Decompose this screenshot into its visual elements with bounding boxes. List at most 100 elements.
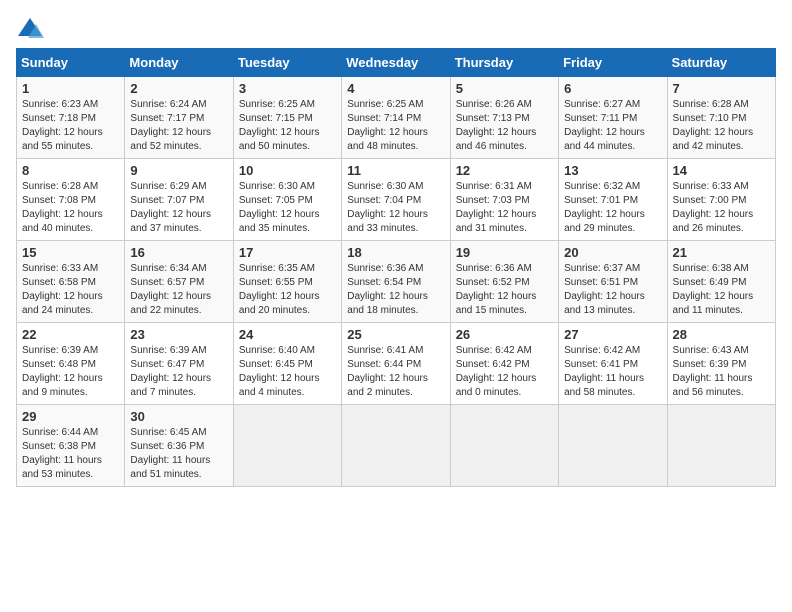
day-info: Sunrise: 6:42 AMSunset: 6:41 PMDaylight:… [564,345,644,398]
day-info: Sunrise: 6:34 AMSunset: 6:57 PMDaylight:… [130,263,211,316]
weekday-header-monday: Monday [125,49,233,77]
calendar-cell [233,405,341,487]
day-number: 16 [130,245,227,260]
calendar-cell: 13 Sunrise: 6:32 AMSunset: 7:01 PMDaylig… [559,159,667,241]
day-info: Sunrise: 6:42 AMSunset: 6:42 PMDaylight:… [456,345,537,398]
day-info: Sunrise: 6:25 AMSunset: 7:15 PMDaylight:… [239,99,320,152]
day-number: 6 [564,81,661,96]
day-info: Sunrise: 6:40 AMSunset: 6:45 PMDaylight:… [239,345,320,398]
calendar-cell: 12 Sunrise: 6:31 AMSunset: 7:03 PMDaylig… [450,159,558,241]
day-info: Sunrise: 6:36 AMSunset: 6:52 PMDaylight:… [456,263,537,316]
day-info: Sunrise: 6:36 AMSunset: 6:54 PMDaylight:… [347,263,428,316]
day-info: Sunrise: 6:28 AMSunset: 7:08 PMDaylight:… [22,181,103,234]
day-number: 27 [564,327,661,342]
logo-icon [16,16,44,40]
calendar-cell: 22 Sunrise: 6:39 AMSunset: 6:48 PMDaylig… [17,323,125,405]
day-number: 3 [239,81,336,96]
day-number: 22 [22,327,119,342]
calendar-week-3: 15 Sunrise: 6:33 AMSunset: 6:58 PMDaylig… [17,241,776,323]
day-info: Sunrise: 6:23 AMSunset: 7:18 PMDaylight:… [22,99,103,152]
day-info: Sunrise: 6:33 AMSunset: 7:00 PMDaylight:… [673,181,754,234]
day-info: Sunrise: 6:28 AMSunset: 7:10 PMDaylight:… [673,99,754,152]
calendar-week-1: 1 Sunrise: 6:23 AMSunset: 7:18 PMDayligh… [17,77,776,159]
calendar-cell: 23 Sunrise: 6:39 AMSunset: 6:47 PMDaylig… [125,323,233,405]
calendar-cell: 20 Sunrise: 6:37 AMSunset: 6:51 PMDaylig… [559,241,667,323]
weekday-header-wednesday: Wednesday [342,49,450,77]
calendar-cell [342,405,450,487]
calendar-cell: 27 Sunrise: 6:42 AMSunset: 6:41 PMDaylig… [559,323,667,405]
calendar-cell: 8 Sunrise: 6:28 AMSunset: 7:08 PMDayligh… [17,159,125,241]
day-info: Sunrise: 6:43 AMSunset: 6:39 PMDaylight:… [673,345,753,398]
calendar-cell: 17 Sunrise: 6:35 AMSunset: 6:55 PMDaylig… [233,241,341,323]
calendar-cell: 6 Sunrise: 6:27 AMSunset: 7:11 PMDayligh… [559,77,667,159]
calendar-cell: 9 Sunrise: 6:29 AMSunset: 7:07 PMDayligh… [125,159,233,241]
day-info: Sunrise: 6:26 AMSunset: 7:13 PMDaylight:… [456,99,537,152]
calendar-cell [450,405,558,487]
calendar-cell: 16 Sunrise: 6:34 AMSunset: 6:57 PMDaylig… [125,241,233,323]
calendar-cell: 24 Sunrise: 6:40 AMSunset: 6:45 PMDaylig… [233,323,341,405]
day-number: 1 [22,81,119,96]
calendar-cell: 30 Sunrise: 6:45 AMSunset: 6:36 PMDaylig… [125,405,233,487]
day-number: 19 [456,245,553,260]
logo [16,16,48,40]
day-number: 7 [673,81,770,96]
day-number: 5 [456,81,553,96]
calendar-cell: 18 Sunrise: 6:36 AMSunset: 6:54 PMDaylig… [342,241,450,323]
calendar-cell: 19 Sunrise: 6:36 AMSunset: 6:52 PMDaylig… [450,241,558,323]
day-number: 4 [347,81,444,96]
weekday-header-tuesday: Tuesday [233,49,341,77]
calendar-cell [559,405,667,487]
day-number: 18 [347,245,444,260]
day-info: Sunrise: 6:37 AMSunset: 6:51 PMDaylight:… [564,263,645,316]
day-number: 23 [130,327,227,342]
day-number: 11 [347,163,444,178]
day-number: 14 [673,163,770,178]
day-info: Sunrise: 6:35 AMSunset: 6:55 PMDaylight:… [239,263,320,316]
day-info: Sunrise: 6:25 AMSunset: 7:14 PMDaylight:… [347,99,428,152]
weekday-header-sunday: Sunday [17,49,125,77]
day-info: Sunrise: 6:39 AMSunset: 6:48 PMDaylight:… [22,345,103,398]
calendar-week-4: 22 Sunrise: 6:39 AMSunset: 6:48 PMDaylig… [17,323,776,405]
day-number: 13 [564,163,661,178]
calendar-cell: 25 Sunrise: 6:41 AMSunset: 6:44 PMDaylig… [342,323,450,405]
day-info: Sunrise: 6:31 AMSunset: 7:03 PMDaylight:… [456,181,537,234]
day-info: Sunrise: 6:38 AMSunset: 6:49 PMDaylight:… [673,263,754,316]
calendar-cell: 21 Sunrise: 6:38 AMSunset: 6:49 PMDaylig… [667,241,775,323]
day-info: Sunrise: 6:29 AMSunset: 7:07 PMDaylight:… [130,181,211,234]
calendar-cell: 14 Sunrise: 6:33 AMSunset: 7:00 PMDaylig… [667,159,775,241]
calendar-cell: 26 Sunrise: 6:42 AMSunset: 6:42 PMDaylig… [450,323,558,405]
day-number: 17 [239,245,336,260]
day-number: 2 [130,81,227,96]
calendar-week-5: 29 Sunrise: 6:44 AMSunset: 6:38 PMDaylig… [17,405,776,487]
day-number: 26 [456,327,553,342]
day-info: Sunrise: 6:39 AMSunset: 6:47 PMDaylight:… [130,345,211,398]
day-number: 15 [22,245,119,260]
calendar-cell: 3 Sunrise: 6:25 AMSunset: 7:15 PMDayligh… [233,77,341,159]
weekday-header-saturday: Saturday [667,49,775,77]
day-number: 20 [564,245,661,260]
day-number: 12 [456,163,553,178]
calendar-cell: 11 Sunrise: 6:30 AMSunset: 7:04 PMDaylig… [342,159,450,241]
day-info: Sunrise: 6:30 AMSunset: 7:05 PMDaylight:… [239,181,320,234]
day-number: 28 [673,327,770,342]
calendar-cell: 4 Sunrise: 6:25 AMSunset: 7:14 PMDayligh… [342,77,450,159]
day-number: 9 [130,163,227,178]
page-header [16,16,776,40]
day-info: Sunrise: 6:30 AMSunset: 7:04 PMDaylight:… [347,181,428,234]
day-info: Sunrise: 6:32 AMSunset: 7:01 PMDaylight:… [564,181,645,234]
day-number: 8 [22,163,119,178]
day-number: 30 [130,409,227,424]
day-number: 10 [239,163,336,178]
weekday-header-thursday: Thursday [450,49,558,77]
calendar-cell: 2 Sunrise: 6:24 AMSunset: 7:17 PMDayligh… [125,77,233,159]
day-number: 25 [347,327,444,342]
calendar-cell: 15 Sunrise: 6:33 AMSunset: 6:58 PMDaylig… [17,241,125,323]
day-info: Sunrise: 6:41 AMSunset: 6:44 PMDaylight:… [347,345,428,398]
calendar-week-2: 8 Sunrise: 6:28 AMSunset: 7:08 PMDayligh… [17,159,776,241]
day-info: Sunrise: 6:44 AMSunset: 6:38 PMDaylight:… [22,427,102,480]
day-number: 24 [239,327,336,342]
calendar-cell: 29 Sunrise: 6:44 AMSunset: 6:38 PMDaylig… [17,405,125,487]
calendar-cell: 1 Sunrise: 6:23 AMSunset: 7:18 PMDayligh… [17,77,125,159]
calendar-cell: 10 Sunrise: 6:30 AMSunset: 7:05 PMDaylig… [233,159,341,241]
day-number: 29 [22,409,119,424]
